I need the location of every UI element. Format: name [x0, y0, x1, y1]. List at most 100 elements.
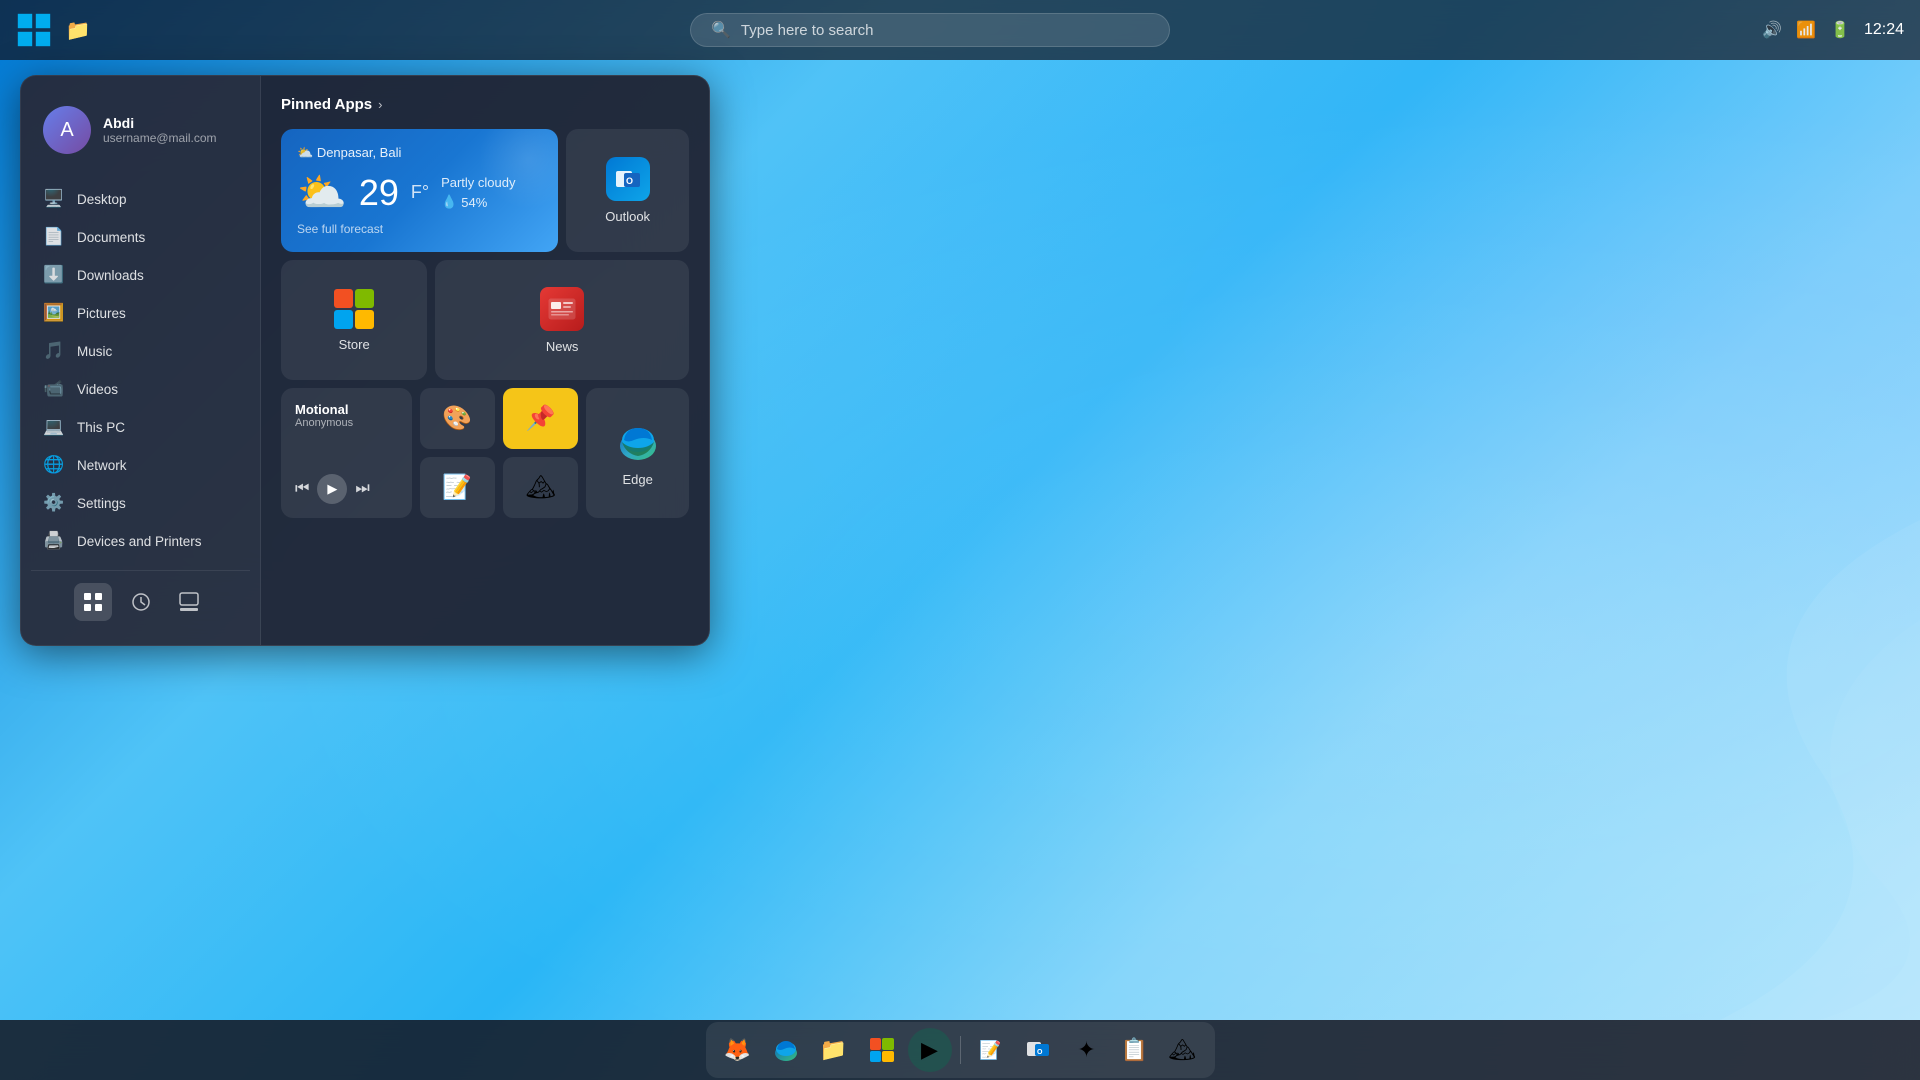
- outlook-label: Outlook: [605, 209, 650, 224]
- start-menu: A Abdi username@mail.com 🖥️ Desktop 📄 Do…: [20, 75, 710, 646]
- sidebar-label-videos: Videos: [77, 382, 118, 397]
- sidebar-nav: 🖥️ Desktop 📄 Documents ⬇️ Downloads 🖼️ P…: [31, 180, 250, 560]
- row3: Motional Anonymous ⏮ ▶ ⏭ 🎨: [281, 388, 689, 518]
- settings-icon: ⚙️: [43, 493, 65, 513]
- music-icon: 🎵: [43, 341, 65, 361]
- motional-tile[interactable]: Motional Anonymous ⏮ ▶ ⏭: [281, 388, 412, 518]
- weather-condition: Partly cloudy: [441, 175, 515, 190]
- sidebar-item-desktop[interactable]: 🖥️ Desktop: [31, 180, 250, 218]
- motional-info: Motional Anonymous: [295, 402, 398, 429]
- thispc-icon: 💻: [43, 417, 65, 437]
- taskbar-sticky[interactable]: 📝: [969, 1028, 1013, 1072]
- documents-icon: 📄: [43, 227, 65, 247]
- desktop-icon: 🖥️: [43, 189, 65, 209]
- volume-icon[interactable]: 🔊: [1762, 20, 1782, 40]
- sidebar-item-thispc[interactable]: 💻 This PC: [31, 408, 250, 446]
- topbar: 📁 🔍 Type here to search 🔊 📶 🔋 12:24: [0, 0, 1920, 60]
- clock-icon: [131, 592, 151, 612]
- search-box[interactable]: 🔍 Type here to search: [690, 13, 1170, 47]
- media-controls: ⏮ ▶ ⏭: [295, 474, 398, 504]
- svg-text:O: O: [626, 176, 633, 186]
- sidebar-label-downloads: Downloads: [77, 268, 144, 283]
- outlook-icon: O: [606, 157, 650, 201]
- user-info: Abdi username@mail.com: [103, 115, 217, 145]
- network-icon: 🌐: [43, 455, 65, 475]
- sidebar-label-devprinters: Devices and Printers: [77, 534, 202, 549]
- user-profile[interactable]: A Abdi username@mail.com: [31, 96, 250, 164]
- sidebar-bottom-apps[interactable]: [74, 583, 112, 621]
- outlook-tile[interactable]: O Outlook: [566, 129, 689, 252]
- small-tile-notes[interactable]: 📝: [420, 457, 495, 518]
- prev-button[interactable]: ⏮: [295, 480, 309, 498]
- sidebar-item-settings[interactable]: ⚙️ Settings: [31, 484, 250, 522]
- taskbar-files[interactable]: 📁: [812, 1028, 856, 1072]
- sidebar-item-devprinters[interactable]: 🖨️ Devices and Printers: [31, 522, 250, 560]
- time-display: 12:24: [1864, 21, 1904, 39]
- taskbar-layout-icon: [179, 592, 199, 612]
- topbar-left: 📁: [16, 12, 136, 48]
- sidebar-label-network: Network: [77, 458, 127, 473]
- row2: Store News: [281, 260, 689, 380]
- search-placeholder: Type here to search: [741, 22, 874, 39]
- taskbar-photos[interactable]: 🏔: [1161, 1028, 1205, 1072]
- sidebar-item-music[interactable]: 🎵 Music: [31, 332, 250, 370]
- play-button[interactable]: ▶: [317, 474, 347, 504]
- motional-sub: Anonymous: [295, 417, 398, 429]
- printer-icon: 🖨️: [43, 531, 65, 551]
- edge-tile[interactable]: Edge: [586, 388, 689, 518]
- humidity-drop-icon: 💧: [441, 194, 457, 210]
- pinned-title: Pinned Apps: [281, 96, 372, 113]
- small-tile-photos[interactable]: 🏔: [503, 457, 578, 518]
- sidebar-label-music: Music: [77, 344, 112, 359]
- taskbar: 🦊 📁: [0, 1020, 1920, 1080]
- file-manager-icon[interactable]: 📁: [62, 14, 94, 46]
- weather-main: ⛅ 29 F° Partly cloudy 💧 54%: [297, 169, 542, 216]
- sidebar-bottom-recent[interactable]: [122, 583, 160, 621]
- sidebar-item-network[interactable]: 🌐 Network: [31, 446, 250, 484]
- small-tile-art[interactable]: 🎨: [420, 388, 495, 449]
- sidebar-bottom-taskbar[interactable]: [170, 583, 208, 621]
- store-tile[interactable]: Store: [281, 260, 427, 380]
- small-tile-sticky[interactable]: 📌: [503, 388, 578, 449]
- next-button[interactable]: ⏭: [355, 480, 369, 498]
- store-icon: [334, 289, 374, 329]
- sidebar-label-pictures: Pictures: [77, 306, 126, 321]
- sidebar-item-downloads[interactable]: ⬇️ Downloads: [31, 256, 250, 294]
- sidebar-bottom: [31, 570, 250, 625]
- news-tile[interactable]: News: [435, 260, 689, 380]
- store-label: Store: [339, 337, 370, 352]
- taskbar-notepad[interactable]: 📋: [1113, 1028, 1157, 1072]
- motional-title: Motional: [295, 402, 398, 417]
- taskbar-center: 🦊 📁: [706, 1022, 1215, 1078]
- weather-right: Partly cloudy 💧 54%: [441, 175, 515, 210]
- search-icon: 🔍: [711, 20, 731, 40]
- battery-icon[interactable]: 🔋: [1830, 20, 1850, 40]
- wifi-icon[interactable]: 📶: [1796, 20, 1816, 40]
- taskbar-divider: [960, 1036, 961, 1064]
- weather-tile[interactable]: ⛅ Denpasar, Bali ⛅ 29 F° Partly cloudy 💧…: [281, 129, 558, 252]
- taskbar-outlook[interactable]: O: [1017, 1028, 1061, 1072]
- apps-grid: ⛅ Denpasar, Bali ⛅ 29 F° Partly cloudy 💧…: [281, 129, 689, 518]
- sidebar-item-videos[interactable]: 📹 Videos: [31, 370, 250, 408]
- sidebar-label-thispc: This PC: [77, 420, 125, 435]
- weather-temp: 29: [359, 172, 399, 214]
- sidebar-item-documents[interactable]: 📄 Documents: [31, 218, 250, 256]
- taskbar-store[interactable]: [860, 1028, 904, 1072]
- downloads-icon: ⬇️: [43, 265, 65, 285]
- weather-icon-small: ⛅: [297, 145, 313, 160]
- sidebar-item-pictures[interactable]: 🖼️ Pictures: [31, 294, 250, 332]
- row1: ⛅ Denpasar, Bali ⛅ 29 F° Partly cloudy 💧…: [281, 129, 689, 252]
- sidebar-label-desktop: Desktop: [77, 192, 127, 207]
- weather-forecast-link[interactable]: See full forecast: [297, 222, 542, 236]
- taskbar-media[interactable]: ▶: [908, 1028, 952, 1072]
- taskbar-firefox[interactable]: 🦊: [716, 1028, 760, 1072]
- main-content: Pinned Apps › ⛅ Denpasar, Bali ⛅ 29 F°: [261, 76, 709, 645]
- taskbar-edge[interactable]: [764, 1028, 808, 1072]
- small-tiles-col-2: 📌 🏔: [503, 388, 578, 518]
- taskbar-app8[interactable]: ✦: [1065, 1028, 1109, 1072]
- windows-logo[interactable]: [16, 12, 52, 48]
- user-name: Abdi: [103, 115, 217, 131]
- news-label: News: [546, 339, 579, 354]
- pinned-arrow[interactable]: ›: [378, 97, 382, 112]
- apps-grid-icon: [83, 592, 103, 612]
